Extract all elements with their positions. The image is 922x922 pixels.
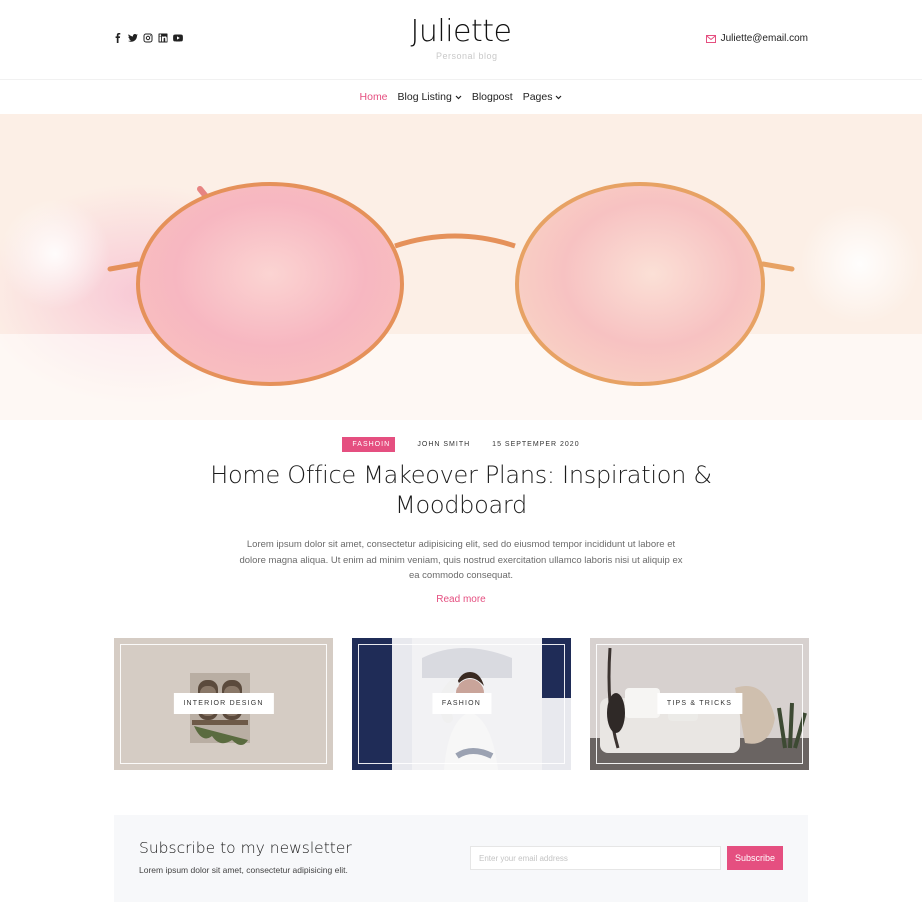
site-header: Juliette Personal blog Juliette@email.co… xyxy=(0,0,922,79)
category-badge[interactable]: FASHOIN xyxy=(342,437,396,452)
chevron-down-icon xyxy=(556,95,562,99)
contact-email-text: Juliette@email.com xyxy=(720,33,808,44)
newsletter-section: Subscribe to my newsletter Lorem ipsum d… xyxy=(114,815,808,902)
category-card-interior-design[interactable]: INTERIOR DESIGN xyxy=(114,638,333,770)
post-meta: FASHOIN JOHN SMITH 15 SEPTEMPER 2020 xyxy=(0,437,922,452)
read-more-link[interactable]: Read more xyxy=(0,594,922,605)
brand[interactable]: Juliette Personal blog xyxy=(0,14,922,61)
post-author[interactable]: JOHN SMITH xyxy=(417,441,470,448)
nav-item-label: Blog Listing xyxy=(397,91,452,103)
category-label: INTERIOR DESIGN xyxy=(173,693,274,714)
chevron-down-icon xyxy=(455,95,462,99)
nav-item-label: Blogpost xyxy=(471,91,513,103)
category-label: FASHION xyxy=(431,693,492,714)
envelope-icon xyxy=(705,34,716,43)
post-date: 15 SEPTEMPER 2020 xyxy=(492,441,580,448)
post-excerpt: Lorem ipsum dolor sit amet, consectetur … xyxy=(239,539,683,581)
category-card-tips-tricks[interactable]: TIPS & TRICKS xyxy=(590,638,809,770)
contact-email[interactable]: Juliette@email.com xyxy=(705,33,808,44)
nav-item-home[interactable]: Home xyxy=(360,91,388,103)
newsletter-heading: Subscribe to my newsletter xyxy=(139,839,352,857)
site-tagline: Personal blog xyxy=(436,51,498,61)
nav-item-label: Home xyxy=(359,91,388,103)
newsletter-text: Lorem ipsum dolor sit amet, consectetur … xyxy=(139,865,348,875)
nav-item-label: Pages xyxy=(522,91,553,103)
newsletter-email-input[interactable] xyxy=(470,846,721,870)
site-logo[interactable]: Juliette xyxy=(0,14,922,50)
nav-item-blog-listing[interactable]: Blog Listing xyxy=(398,91,462,103)
subscribe-button[interactable]: Subscribe xyxy=(727,846,783,870)
post-title[interactable]: Home Office Makeover Plans: Inspiration … xyxy=(200,460,722,520)
category-cards: INTERIOR DESIGN FASHION TIPS & TRICKS xyxy=(114,638,809,770)
category-label: TIPS & TRICKS xyxy=(656,693,743,714)
category-card-fashion[interactable]: FASHION xyxy=(352,638,571,770)
nav-item-blogpost[interactable]: Blogpost xyxy=(472,91,513,103)
hero-image[interactable] xyxy=(0,114,922,420)
main-nav: Home Blog Listing Blogpost Pages xyxy=(0,80,922,114)
glasses-illustration xyxy=(0,114,922,420)
nav-item-pages[interactable]: Pages xyxy=(523,91,563,103)
